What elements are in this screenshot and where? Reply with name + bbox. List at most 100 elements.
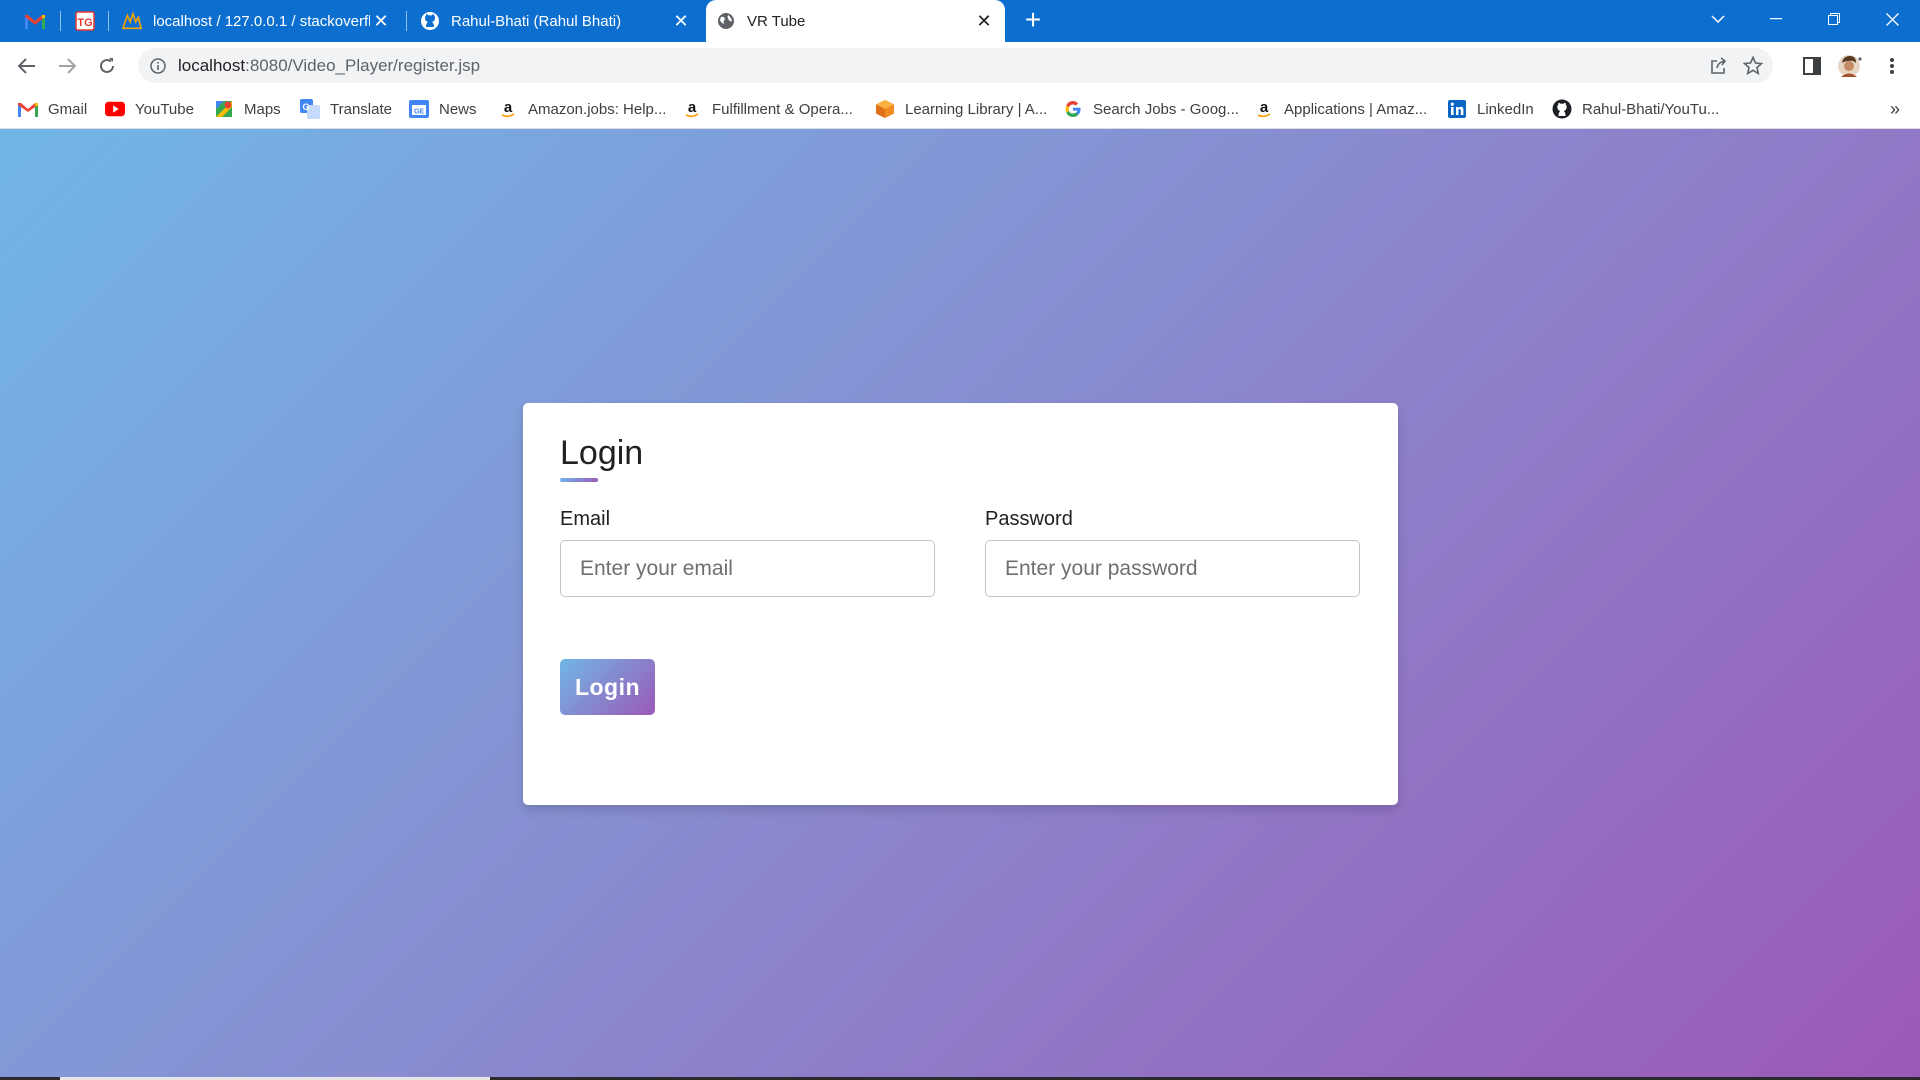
- close-icon[interactable]: ✕: [973, 10, 995, 32]
- tab-separator: [108, 11, 109, 31]
- tab-separator: [60, 11, 61, 31]
- restore-button[interactable]: [1806, 0, 1862, 38]
- bookmark-github-repo[interactable]: Rahul-Bhati/YouTu...: [1552, 97, 1719, 121]
- bookmark-fulfillment[interactable]: a Fulfillment & Opera...: [682, 97, 853, 121]
- arrow-right-icon: [59, 58, 76, 74]
- page-viewport: Login Email Password Login: [0, 129, 1920, 1080]
- reload-button[interactable]: [91, 50, 123, 82]
- kebab-menu-icon: [1890, 58, 1894, 74]
- back-button[interactable]: [11, 50, 43, 82]
- translate-icon: G: [300, 99, 320, 119]
- bookmark-maps[interactable]: Maps: [214, 97, 281, 121]
- svg-text:TG: TG: [77, 17, 92, 29]
- bookmark-label: Rahul-Bhati/YouTu...: [1582, 100, 1720, 118]
- tab-separator: [406, 11, 407, 31]
- bookmark-label: Fulfillment & Opera...: [712, 100, 853, 118]
- login-card: Login Email Password Login: [523, 403, 1398, 805]
- bookmark-search-jobs[interactable]: Search Jobs - Goog...: [1063, 97, 1239, 121]
- bookmark-linkedin[interactable]: LinkedIn: [1447, 97, 1534, 121]
- news-icon: GE: [409, 99, 429, 119]
- bookmark-youtube[interactable]: YouTube: [105, 97, 194, 121]
- star-icon[interactable]: [1742, 55, 1764, 77]
- title-underline: [560, 478, 598, 482]
- bookmark-label: Applications | Amaz...: [1284, 100, 1428, 118]
- box-icon: [875, 99, 895, 119]
- bookmarks-overflow-button[interactable]: »: [1890, 99, 1900, 120]
- svg-text:GE: GE: [414, 109, 424, 116]
- linkedin-icon: [1447, 99, 1467, 119]
- reload-icon: [100, 58, 114, 73]
- bookmark-label: Search Jobs - Goog...: [1093, 100, 1239, 118]
- info-icon[interactable]: [148, 56, 168, 76]
- bookmarks-bar: Gmail YouTube Maps G Translate GE News a…: [0, 89, 1920, 129]
- bookmark-label: Amazon.jobs: Help...: [528, 100, 667, 118]
- github-icon: [1552, 99, 1572, 119]
- svg-text:G: G: [302, 102, 309, 112]
- bookmark-learning-library[interactable]: Learning Library | A...: [875, 97, 1047, 121]
- tab-phpmyadmin[interactable]: localhost / 127.0.0.1 / stackoverflow ✕: [112, 0, 402, 42]
- bookmark-gmail[interactable]: Gmail: [18, 97, 87, 121]
- minimize-button[interactable]: [1748, 0, 1804, 38]
- phpmyadmin-icon: [122, 11, 142, 31]
- tab-title: VR Tube: [747, 12, 806, 30]
- bookmark-label: LinkedIn: [1477, 100, 1534, 118]
- bookmark-label: YouTube: [135, 100, 194, 118]
- amazon-icon: a: [1254, 99, 1274, 119]
- svg-text:a: a: [504, 100, 513, 116]
- gmail-icon: [18, 99, 38, 119]
- tab-search-button[interactable]: [1690, 0, 1746, 38]
- url-path: :8080/Video_Player/register.jsp: [245, 56, 481, 75]
- plus-icon: +: [1024, 4, 1042, 35]
- bookmark-label: Maps: [244, 100, 281, 118]
- chevron-down-icon: [1711, 15, 1725, 23]
- amazon-icon: a: [682, 99, 702, 119]
- amazon-icon: a: [498, 99, 518, 119]
- login-button[interactable]: Login: [560, 659, 655, 715]
- pinned-tab-gmail[interactable]: [20, 0, 50, 42]
- side-panel-icon: [1803, 57, 1821, 75]
- close-icon[interactable]: ✕: [670, 10, 692, 32]
- google-icon: [1063, 99, 1083, 119]
- password-field[interactable]: [985, 540, 1360, 597]
- address-bar[interactable]: localhost:8080/Video_Player/register.jsp: [138, 48, 1773, 83]
- bookmark-label: Translate: [330, 100, 392, 118]
- tab-strip: TG localhost / 127.0.0.1 / stackoverflow…: [0, 0, 1920, 42]
- globe-icon: [716, 11, 736, 31]
- tab-github[interactable]: Rahul-Bhati (Rahul Bhati) ✕: [410, 0, 702, 42]
- minimize-icon: [1770, 18, 1782, 20]
- email-field[interactable]: [560, 540, 935, 597]
- tab-title: localhost / 127.0.0.1 / stackoverflow: [153, 12, 370, 30]
- svg-text:a: a: [688, 100, 697, 116]
- restore-icon: [1828, 13, 1840, 25]
- close-window-button[interactable]: [1864, 0, 1920, 38]
- bookmark-label: Gmail: [48, 100, 88, 118]
- bookmark-amazon-jobs-help[interactable]: a Amazon.jobs: Help...: [498, 97, 666, 121]
- forward-button[interactable]: [51, 50, 83, 82]
- url-text[interactable]: localhost:8080/Video_Player/register.jsp: [178, 56, 480, 76]
- side-panel-button[interactable]: [1796, 50, 1828, 82]
- bookmark-label: Learning Library | A...: [905, 100, 1048, 118]
- bookmark-label: News: [439, 100, 477, 118]
- gmail-icon: [25, 14, 45, 29]
- pinned-tab-tg[interactable]: TG: [70, 0, 100, 42]
- share-icon[interactable]: [1708, 55, 1730, 77]
- svg-text:a: a: [1260, 100, 1269, 116]
- youtube-icon: [105, 99, 125, 119]
- tab-vr-tube[interactable]: VR Tube ✕: [706, 0, 1005, 42]
- github-icon: [420, 11, 440, 31]
- close-icon[interactable]: ✕: [370, 10, 392, 32]
- tab-title: Rahul-Bhati (Rahul Bhati): [451, 12, 622, 30]
- avatar: [1838, 55, 1862, 77]
- new-tab-button[interactable]: +: [1018, 6, 1048, 36]
- email-label: Email: [560, 508, 611, 530]
- password-label: Password: [985, 508, 1073, 530]
- bookmark-translate[interactable]: G Translate: [300, 97, 392, 121]
- close-icon: [1885, 12, 1899, 26]
- browser-toolbar: localhost:8080/Video_Player/register.jsp: [0, 42, 1920, 89]
- page-title: Login: [560, 434, 644, 472]
- bookmark-news[interactable]: GE News: [409, 97, 477, 121]
- menu-button[interactable]: [1876, 50, 1908, 82]
- arrow-left-icon: [18, 58, 35, 74]
- profile-button[interactable]: [1834, 50, 1866, 82]
- bookmark-applications[interactable]: a Applications | Amaz...: [1254, 97, 1427, 121]
